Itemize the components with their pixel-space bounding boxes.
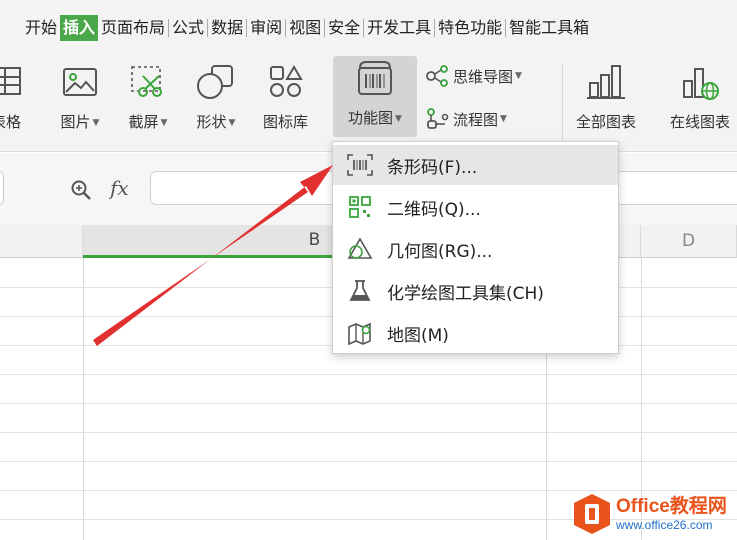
name-box[interactable] — [0, 171, 4, 205]
menu-item-label: 几何图(RG)... — [387, 241, 493, 262]
table-label: 表格 — [0, 113, 21, 131]
flowchart-icon — [425, 107, 449, 131]
tab-special-features[interactable]: 特色功能 — [435, 15, 505, 41]
icon-library-button[interactable]: 图标库 — [263, 60, 308, 132]
row-gridline — [0, 374, 737, 375]
scissors-icon — [128, 60, 168, 104]
menu-item-qrcode[interactable]: 二维码(Q)... — [333, 187, 618, 227]
ribbon-divider — [562, 64, 563, 142]
screenshot-label: 截屏 ▼ — [128, 113, 168, 131]
all-charts-button[interactable]: 全部图表 — [576, 60, 636, 132]
tab-security[interactable]: 安全 — [325, 15, 363, 41]
watermark-title: Office教程网 — [616, 496, 727, 517]
menu-tab-bar: 开始 插入 页面布局 公式 数据 审阅 视图 安全 开发工具 特色功能 智能工具… — [0, 0, 737, 52]
function-chart-dropdown: 条形码(F)... 二维码(Q)... 几何图(RG)... 化学绘图工具集(C… — [332, 141, 619, 354]
office-watermark: Office教程网 www.office26.com — [572, 488, 737, 540]
menu-item-geometry[interactable]: 几何图(RG)... — [333, 229, 618, 269]
column-header-d[interactable]: D — [641, 225, 737, 258]
office-logo-icon — [574, 494, 610, 534]
menu-item-map[interactable]: 地图(M) — [333, 313, 618, 353]
geometry-icon — [347, 236, 373, 262]
picture-button[interactable]: 图片 ▼ — [60, 60, 100, 133]
flask-icon — [347, 278, 373, 304]
row-gridline — [0, 432, 737, 433]
function-chart-button[interactable]: 功能图 ▼ — [333, 56, 417, 137]
icon-library-label: 图标库 — [263, 113, 309, 131]
barcode-scanner-icon — [335, 56, 415, 100]
menu-item-label: 二维码(Q)... — [387, 199, 481, 220]
row-gridline — [0, 461, 737, 462]
menu-item-chemistry[interactable]: 化学绘图工具集(CH) — [333, 271, 618, 311]
row-gridline — [0, 403, 737, 404]
qrcode-icon — [347, 194, 373, 220]
tab-insert[interactable]: 插入 — [60, 15, 99, 41]
shapes-label: 形状 ▼ — [196, 113, 236, 131]
mindmap-label: 思维导图 — [453, 67, 514, 86]
table-button[interactable]: 表格 — [0, 60, 26, 132]
picture-icon — [60, 60, 100, 104]
watermark-url: www.office26.com — [616, 518, 713, 532]
fx-button[interactable]: fx — [110, 176, 129, 200]
tab-view[interactable]: 视图 — [286, 15, 324, 41]
screenshot-button[interactable]: 截屏 ▼ — [128, 60, 168, 133]
mindmap-button[interactable]: 思维导图 ▼ — [425, 64, 522, 88]
menu-item-barcode[interactable]: 条形码(F)... — [333, 145, 618, 185]
menu-item-label: 条形码(F)... — [387, 157, 478, 178]
insert-ribbon: 表格 图片▼ 截屏▼ — [0, 52, 737, 152]
column-gridline — [83, 258, 84, 540]
table-icon — [0, 60, 26, 104]
tab-smart-toolbox[interactable]: 智能工具箱 — [506, 15, 592, 41]
flowchart-button[interactable]: 流程图 ▼ — [425, 107, 507, 131]
tab-page-layout[interactable]: 页面布局 — [98, 15, 168, 41]
mindmap-icon — [425, 64, 449, 88]
column-header-a[interactable] — [0, 225, 83, 258]
flowchart-label: 流程图 — [453, 110, 499, 129]
icon-library-icon — [266, 60, 306, 104]
map-icon — [347, 320, 373, 346]
tab-formulas[interactable]: 公式 — [169, 15, 207, 41]
tab-home[interactable]: 开始 — [22, 15, 60, 41]
zoom-icon[interactable] — [70, 179, 92, 205]
picture-label: 图片 ▼ — [60, 113, 100, 131]
tab-review[interactable]: 审阅 — [247, 15, 285, 41]
barcode-icon — [347, 152, 373, 178]
shapes-icon — [196, 60, 236, 104]
online-chart-icon — [680, 60, 720, 104]
all-charts-label: 全部图表 — [576, 113, 637, 131]
online-charts-label: 在线图表 — [670, 113, 731, 131]
online-charts-button[interactable]: 在线图表 — [670, 60, 730, 132]
watermark-text: Office教程网 www.office26.com — [616, 496, 727, 532]
function-chart-label: 功能图 ▼ — [348, 109, 402, 127]
tab-developer-tools[interactable]: 开发工具 — [364, 15, 434, 41]
tab-data[interactable]: 数据 — [208, 15, 246, 41]
menu-item-label: 地图(M) — [387, 325, 449, 346]
bar-chart-icon — [586, 60, 626, 104]
menu-item-label: 化学绘图工具集(CH) — [387, 283, 544, 304]
tab-list: 开始 插入 页面布局 公式 数据 审阅 视图 安全 开发工具 特色功能 智能工具… — [22, 15, 592, 41]
shapes-button[interactable]: 形状 ▼ — [196, 60, 236, 133]
